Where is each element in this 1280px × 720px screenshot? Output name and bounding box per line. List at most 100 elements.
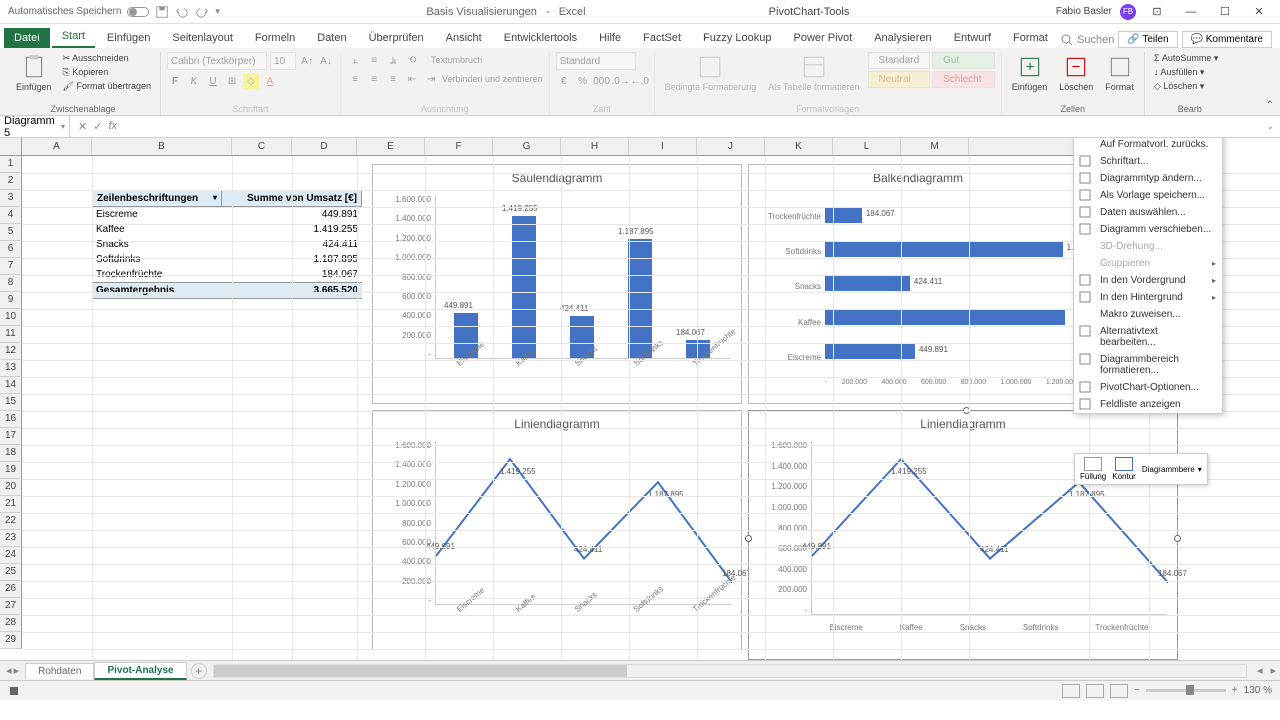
tab-format[interactable]: Format (1003, 28, 1058, 48)
row-header[interactable]: 7 (0, 258, 22, 275)
page-layout-view-icon[interactable] (1086, 684, 1104, 698)
row-header[interactable]: 2 (0, 173, 22, 190)
tab-file[interactable]: Datei (4, 28, 50, 48)
user-avatar[interactable]: FB (1120, 4, 1136, 20)
row-header[interactable]: 22 (0, 513, 22, 530)
row-header[interactable]: 19 (0, 462, 22, 479)
autosum-button[interactable]: Σ AutoSumme ▾ (1151, 52, 1222, 65)
column-header[interactable]: K (765, 138, 833, 156)
column-header[interactable]: E (357, 138, 425, 156)
close-icon[interactable]: ✕ (1246, 2, 1272, 22)
align-center-icon[interactable]: ≡ (366, 71, 382, 87)
number-format-select[interactable] (556, 52, 636, 70)
zoom-slider[interactable] (1146, 689, 1226, 692)
row-header[interactable]: 8 (0, 275, 22, 292)
cut-button[interactable]: ✂ Ausschneiden (60, 52, 154, 65)
row-header[interactable]: 9 (0, 292, 22, 309)
sheet-tab-rohdaten[interactable]: Rohdaten (25, 663, 94, 679)
tab-factset[interactable]: FactSet (633, 28, 691, 48)
column-header[interactable]: I (629, 138, 697, 156)
tab-page-layout[interactable]: Seitenlayout (162, 28, 243, 48)
row-header[interactable]: 29 (0, 632, 22, 649)
ctx-makro-zuweisen-[interactable]: Makro zuweisen... (1074, 306, 1222, 323)
bar-chart[interactable]: Balkendiagramm TrockenfrüchteSoftdrinksS… (748, 164, 1088, 404)
fx-icon[interactable]: fx (108, 120, 117, 133)
format-painter-button[interactable]: 🖌 Format übertragen (60, 80, 154, 93)
align-right-icon[interactable]: ≡ (385, 71, 401, 87)
chart-area-dropdown[interactable]: Diagrammbere▾ (1142, 457, 1202, 481)
column-header[interactable]: H (561, 138, 629, 156)
select-all-corner[interactable] (0, 138, 22, 156)
sheet-nav-prev-icon[interactable]: ◂ (6, 664, 12, 677)
row-header[interactable]: 12 (0, 343, 22, 360)
row-header[interactable]: 20 (0, 479, 22, 496)
zoom-level[interactable]: 130 % (1244, 685, 1272, 696)
comments-button[interactable]: 💬 Kommentare (1182, 31, 1272, 48)
tab-powerpivot[interactable]: Power Pivot (784, 28, 863, 48)
ctx-in-den-hintergrund[interactable]: In den Hintergrund▸ (1074, 289, 1222, 306)
row-header[interactable]: 13 (0, 360, 22, 377)
ctx-in-den-vordergrund[interactable]: In den Vordergrund▸ (1074, 272, 1222, 289)
column-header[interactable]: J (697, 138, 765, 156)
column-chart[interactable]: Säulendiagramm -200.000400.000600.000800… (372, 164, 742, 404)
column-header[interactable] (969, 138, 1089, 156)
row-header[interactable]: 28 (0, 615, 22, 632)
style-good[interactable]: Gut (932, 52, 995, 69)
hscroll-left-icon[interactable]: ◂ (1253, 664, 1267, 677)
align-bot-icon[interactable]: ⫡ (385, 52, 401, 68)
tab-design[interactable]: Entwurf (944, 28, 1001, 48)
tab-data[interactable]: Daten (307, 28, 356, 48)
worksheet-grid[interactable]: ABCDEFGHIJKLMP 1234567891011121314151617… (0, 138, 1280, 660)
style-bad[interactable]: Schlecht (932, 71, 995, 88)
tab-formulas[interactable]: Formeln (245, 28, 305, 48)
undo-icon[interactable] (175, 5, 189, 19)
pivot-row[interactable]: Eiscreme449.891 (92, 207, 362, 222)
border-button[interactable]: ⊞ (224, 73, 240, 89)
zoom-in-icon[interactable]: + (1232, 685, 1238, 696)
pivot-row[interactable]: Softdrinks1.187.895 (92, 252, 362, 267)
tab-start[interactable]: Start (52, 26, 95, 48)
normal-view-icon[interactable] (1062, 684, 1080, 698)
tab-review[interactable]: Überprüfen (359, 28, 434, 48)
column-header[interactable]: M (901, 138, 969, 156)
clear-button[interactable]: ◇ Löschen ▾ (1151, 80, 1222, 93)
tab-view[interactable]: Ansicht (436, 28, 492, 48)
minimize-icon[interactable]: — (1178, 2, 1204, 22)
line-chart-2[interactable]: Liniendiagramm -200.000400.000600.000800… (748, 410, 1178, 660)
zoom-out-icon[interactable]: − (1134, 685, 1140, 696)
row-header[interactable]: 14 (0, 377, 22, 394)
row-header[interactable]: 18 (0, 445, 22, 462)
bold-button[interactable]: F (167, 73, 183, 89)
row-header[interactable]: 1 (0, 156, 22, 173)
add-sheet-button[interactable]: + (191, 663, 207, 679)
save-icon[interactable] (155, 5, 169, 19)
indent-dec-icon[interactable]: ⇤ (404, 71, 420, 87)
comma-icon[interactable]: 000 (594, 73, 610, 89)
name-box[interactable]: Diagramm 5▾ (0, 113, 70, 141)
underline-button[interactable]: U (205, 73, 221, 89)
cond-format-button[interactable]: Bedingte Formatierung (661, 52, 761, 94)
confirm-formula-icon[interactable]: ✓ (93, 120, 102, 133)
column-header[interactable]: F (425, 138, 493, 156)
row-header[interactable]: 26 (0, 581, 22, 598)
align-top-icon[interactable]: ⫠ (347, 52, 363, 68)
table-format-button[interactable]: Als Tabelle formatieren (764, 52, 863, 94)
column-header[interactable]: B (92, 138, 232, 156)
ctx-diagramm-verschieben-[interactable]: Diagramm verschieben... (1074, 221, 1222, 238)
ribbon-display-icon[interactable]: ⊡ (1144, 2, 1170, 22)
align-mid-icon[interactable]: ≡ (366, 52, 382, 68)
font-size-select[interactable] (270, 52, 296, 70)
row-header[interactable]: 5 (0, 224, 22, 241)
autosave-toggle[interactable] (127, 7, 149, 17)
percent-icon[interactable]: % (575, 73, 591, 89)
cancel-formula-icon[interactable]: ✕ (78, 120, 87, 133)
orientation-icon[interactable]: ⟲ (404, 52, 420, 68)
tab-insert[interactable]: Einfügen (97, 28, 160, 48)
record-macro-icon[interactable] (8, 685, 20, 697)
row-header[interactable]: 4 (0, 207, 22, 224)
tab-help[interactable]: Hilfe (589, 28, 631, 48)
row-header[interactable]: 27 (0, 598, 22, 615)
ctx-diagrammbereich-formatieren-[interactable]: Diagrammbereich formatieren... (1074, 351, 1222, 379)
horizontal-scrollbar[interactable] (213, 664, 1247, 678)
ctx-als-vorlage-speichern-[interactable]: Als Vorlage speichern... (1074, 187, 1222, 204)
